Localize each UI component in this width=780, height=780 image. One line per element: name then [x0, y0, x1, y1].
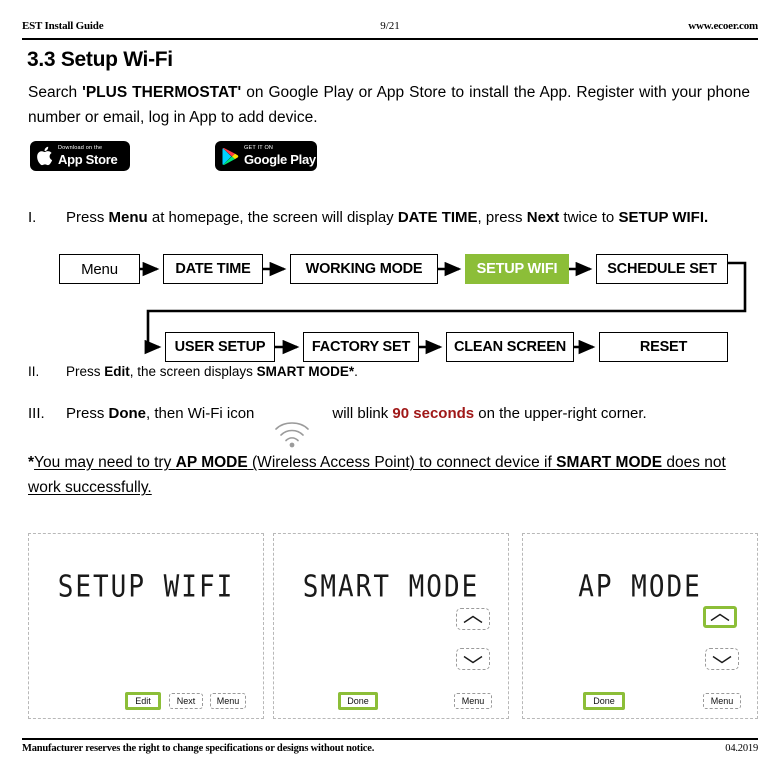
apple-icon — [36, 146, 53, 166]
header-website-url: www.ecoer.com — [688, 20, 758, 32]
chevron-up-icon[interactable] — [703, 606, 737, 628]
footnote-t1: You may need to try — [34, 454, 176, 471]
step-two-number: II. — [28, 364, 40, 379]
footnote-t2: (Wireless Access Point) to connect devic… — [247, 454, 557, 471]
app-store-badge-text: Download on the App Store — [58, 145, 118, 167]
flow-box-reset: RESET — [599, 332, 728, 362]
step-three: III. Press Done, then Wi-Fi icon will bli… — [28, 404, 758, 424]
step-one-b2: DATE TIME — [397, 209, 478, 226]
lcd-title-setup-wifi: SETUP WIFI — [57, 569, 235, 605]
app-name-bold: 'PLUS THERMOSTAT' — [82, 84, 242, 101]
step-three-b1: Done — [108, 405, 147, 422]
app-store-badge[interactable]: Download on the App Store — [30, 141, 130, 171]
flow-box-schedule-set: SCHEDULE SET — [596, 254, 728, 284]
step-one-b1: Menu — [108, 209, 148, 226]
page-footer: Manufacturer reserves the right to chang… — [22, 738, 758, 754]
flow-box-factory-set: FACTORY SET — [303, 332, 419, 362]
step-two-t2: , the screen displays — [129, 364, 257, 379]
store-badges: Download on the App Store GET IT ON Goog… — [30, 141, 317, 171]
step-three-text: Press Done, then Wi-Fi icon will blink 90… — [66, 404, 758, 424]
step-one-t2: at homepage, the screen will display — [147, 209, 398, 226]
step-one-b3: Next — [526, 209, 560, 226]
step-one-t1: Press — [66, 209, 109, 226]
step-two-text: Press Edit, the screen displays SMART MO… — [66, 362, 758, 382]
step-one: I. Press Menu at homepage, the screen wi… — [28, 208, 758, 228]
lcd-title-ap-mode: AP MODE — [578, 569, 702, 605]
step-three-t2: , then Wi-Fi icon — [146, 405, 255, 422]
chevron-down-icon[interactable] — [705, 648, 739, 670]
lcd-button-next[interactable]: Next — [169, 693, 203, 709]
step-three-t4: on the upper-right corner. — [474, 405, 647, 422]
thermostat-screen-smart-mode: SMART MODE Done Menu — [273, 533, 509, 719]
lcd-button-edit[interactable]: Edit — [125, 692, 161, 710]
step-two: II. Press Edit, the screen displays SMAR… — [28, 362, 758, 382]
step-one-t3: , press — [477, 209, 527, 226]
footer-date: 04.2019 — [725, 743, 758, 754]
google-play-badge-big: Google Play — [244, 151, 316, 167]
google-play-icon — [222, 147, 239, 166]
chevron-up-icon[interactable] — [456, 608, 490, 630]
thermostat-screen-setup-wifi: SETUP WIFI Edit Next Menu — [28, 533, 264, 719]
lcd-button-menu[interactable]: Menu — [703, 693, 741, 709]
lcd-button-menu[interactable]: Menu — [454, 693, 492, 709]
lcd-button-done[interactable]: Done — [338, 692, 378, 710]
footnote-b1: AP MODE — [175, 454, 248, 471]
lcd-title-smart-mode: SMART MODE — [302, 569, 480, 605]
flow-box-user-setup: USER SETUP — [165, 332, 275, 362]
google-play-badge-text: GET IT ON Google Play — [244, 146, 316, 166]
lcd-button-menu[interactable]: Menu — [210, 693, 246, 709]
page-header: EST Install Guide 9/21 www.ecoer.com — [22, 20, 758, 40]
flow-box-setup-wifi: SETUP WIFI — [465, 254, 569, 284]
step-three-duration: 90 seconds — [392, 405, 475, 422]
google-play-badge[interactable]: GET IT ON Google Play — [215, 141, 317, 171]
step-two-b2: SMART MODE* — [256, 364, 355, 379]
thermostat-screen-ap-mode: AP MODE Done Menu — [522, 533, 758, 719]
step-two-b1: Edit — [104, 364, 130, 379]
lcd-button-done[interactable]: Done — [583, 692, 625, 710]
google-play-badge-small: GET IT ON — [244, 145, 274, 152]
step-one-text: Press Menu at homepage, the screen will … — [66, 208, 758, 228]
step-three-t3: will blink — [332, 405, 393, 422]
step-two-t3: . — [354, 364, 358, 379]
header-document-title: EST Install Guide — [22, 20, 104, 32]
step-one-b4: SETUP WIFI. — [618, 209, 709, 226]
footnote-ap-mode: *You may need to try AP MODE (Wireless A… — [28, 450, 750, 500]
footer-disclaimer: Manufacturer reserves the right to chang… — [22, 743, 375, 754]
flow-box-working-mode: WORKING MODE — [290, 254, 438, 284]
flow-box-menu: Menu — [59, 254, 140, 284]
app-store-badge-small: Download on the — [58, 145, 103, 152]
step-three-number: III. — [28, 405, 45, 422]
flow-box-date-time: DATE TIME — [163, 254, 263, 284]
page-title: 3.3 Setup Wi-Fi — [27, 48, 173, 71]
step-one-number: I. — [28, 209, 37, 226]
step-three-t1: Press — [66, 405, 109, 422]
footnote-b2: SMART MODE — [556, 454, 663, 471]
intro-paragraph: Search 'PLUS THERMOSTAT' on Google Play … — [28, 80, 750, 130]
flow-box-clean-screen: CLEAN SCREEN — [446, 332, 574, 362]
step-one-t4: twice to — [559, 209, 619, 226]
header-page-number: 9/21 — [380, 20, 400, 32]
chevron-down-icon[interactable] — [456, 648, 490, 670]
footnote-underlined: You may need to try AP MODE (Wireless Ac… — [28, 454, 726, 496]
intro-text-1: Search — [28, 84, 83, 101]
app-store-badge-big: App Store — [58, 151, 118, 167]
step-two-t1: Press — [66, 364, 105, 379]
